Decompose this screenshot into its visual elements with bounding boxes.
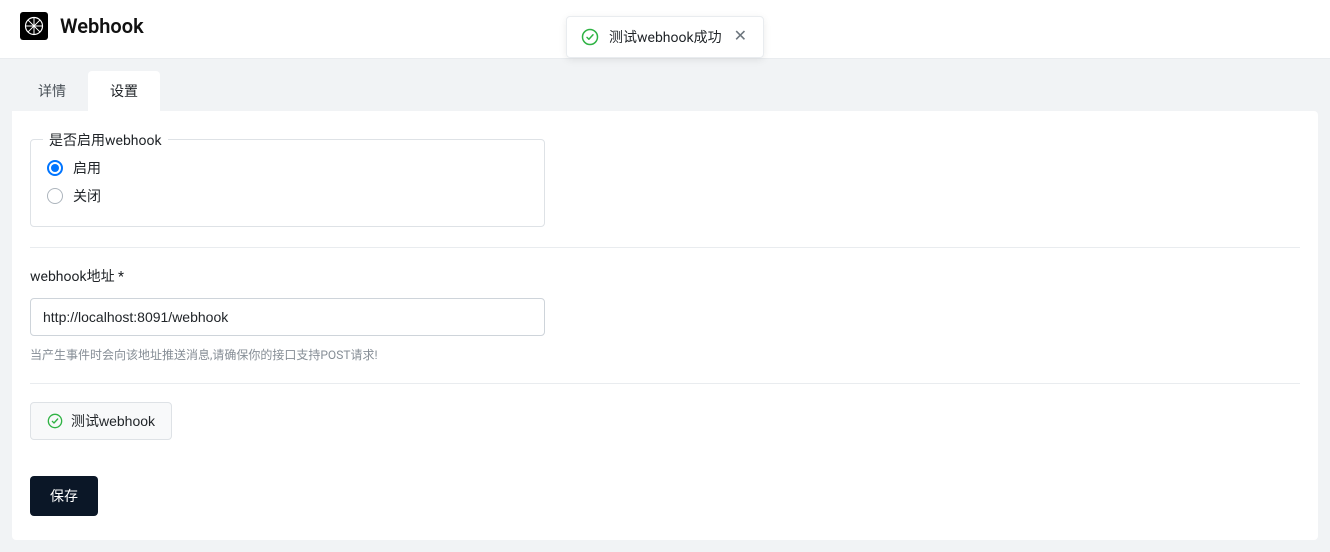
radio-icon-unselected: [47, 188, 63, 204]
divider: [30, 383, 1300, 384]
test-webhook-button[interactable]: 测试webhook: [30, 402, 172, 440]
settings-panel: 是否启用webhook 启用 关闭 webhook地址 * 当产生事件时会向该地…: [12, 111, 1318, 540]
webhook-url-input[interactable]: [30, 298, 545, 336]
webhook-url-helper: 当产生事件时会向该地址推送消息,请确保你的接口支持POST请求!: [30, 346, 1300, 363]
tab-details[interactable]: 详情: [16, 71, 88, 111]
divider: [30, 247, 1300, 248]
radio-disable-label: 关闭: [73, 186, 101, 206]
radio-disable[interactable]: 关闭: [47, 182, 528, 210]
app-logo: [20, 12, 48, 40]
enable-webhook-fieldset: 是否启用webhook 启用 关闭: [30, 139, 545, 227]
tab-settings[interactable]: 设置: [88, 71, 160, 111]
test-webhook-label: 测试webhook: [71, 411, 155, 431]
toast-message: 测试webhook成功: [609, 27, 722, 47]
check-circle-icon: [581, 28, 599, 46]
page-title: Webhook: [60, 14, 144, 38]
radio-enable-label: 启用: [73, 158, 101, 178]
save-button[interactable]: 保存: [30, 476, 98, 516]
tabs: 详情 设置: [12, 71, 1318, 111]
radio-icon-selected: [47, 160, 63, 176]
enable-webhook-legend: 是否启用webhook: [43, 130, 168, 150]
success-toast: 测试webhook成功 ✕: [566, 16, 764, 58]
radio-enable[interactable]: 启用: [47, 154, 528, 182]
webhook-url-label: webhook地址 *: [30, 266, 1300, 286]
check-circle-icon: [47, 413, 63, 429]
close-icon: ✕: [734, 28, 747, 45]
toast-close-button[interactable]: ✕: [732, 29, 749, 45]
